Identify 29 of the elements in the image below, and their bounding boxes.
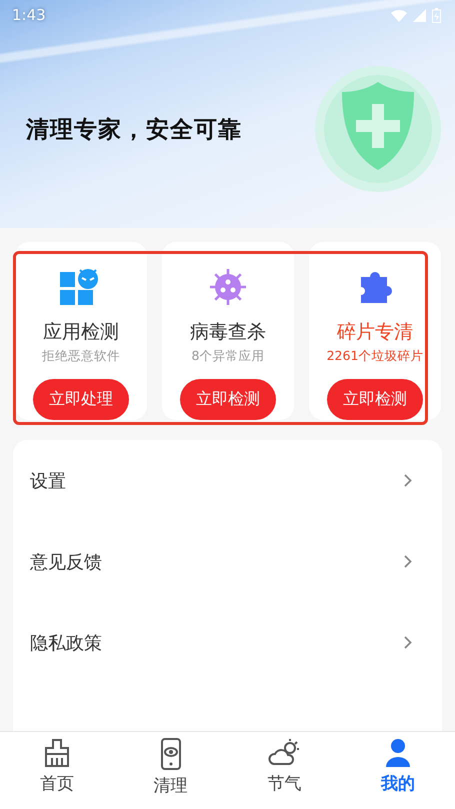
feature-subtitle: 2261个垃圾碎片 <box>326 348 424 365</box>
feature-title: 病毒查杀 <box>190 320 266 345</box>
signal-icon <box>413 8 426 22</box>
tab[interactable]: 清理 <box>114 732 228 809</box>
cloud-sun-icon <box>268 738 300 768</box>
feature-title: 应用检测 <box>43 320 119 345</box>
feature-subtitle: 拒绝恶意软件 <box>42 348 120 365</box>
chevron-right-icon <box>404 555 412 568</box>
status-time: 1:43 <box>12 6 46 24</box>
battery-icon <box>432 8 441 22</box>
phone-icon <box>160 738 182 770</box>
action-button[interactable]: 立即处理 <box>33 378 129 420</box>
menu-item[interactable]: 隐私政策 <box>30 630 102 654</box>
chevron-right-icon <box>404 474 412 487</box>
menu-item[interactable]: 意见反馈 <box>30 550 102 574</box>
slogan: 清理专家，安全可靠 <box>26 116 242 144</box>
tab[interactable]: 首页 <box>0 732 114 809</box>
action-button[interactable]: 立即检测 <box>327 378 423 420</box>
feature-subtitle: 8个异常应用 <box>192 348 264 365</box>
action-button[interactable]: 立即检测 <box>180 378 276 420</box>
tab[interactable]: 我的 <box>341 732 455 809</box>
feature-title: 碎片专清 <box>337 320 413 345</box>
shield-orb-icon <box>313 64 443 194</box>
wifi-icon <box>391 8 407 22</box>
broom-icon <box>42 738 71 768</box>
user-icon <box>385 738 412 768</box>
tab[interactable]: 节气 <box>228 732 342 809</box>
chevron-right-icon <box>404 636 412 649</box>
menu-item[interactable]: 设置 <box>30 468 66 492</box>
